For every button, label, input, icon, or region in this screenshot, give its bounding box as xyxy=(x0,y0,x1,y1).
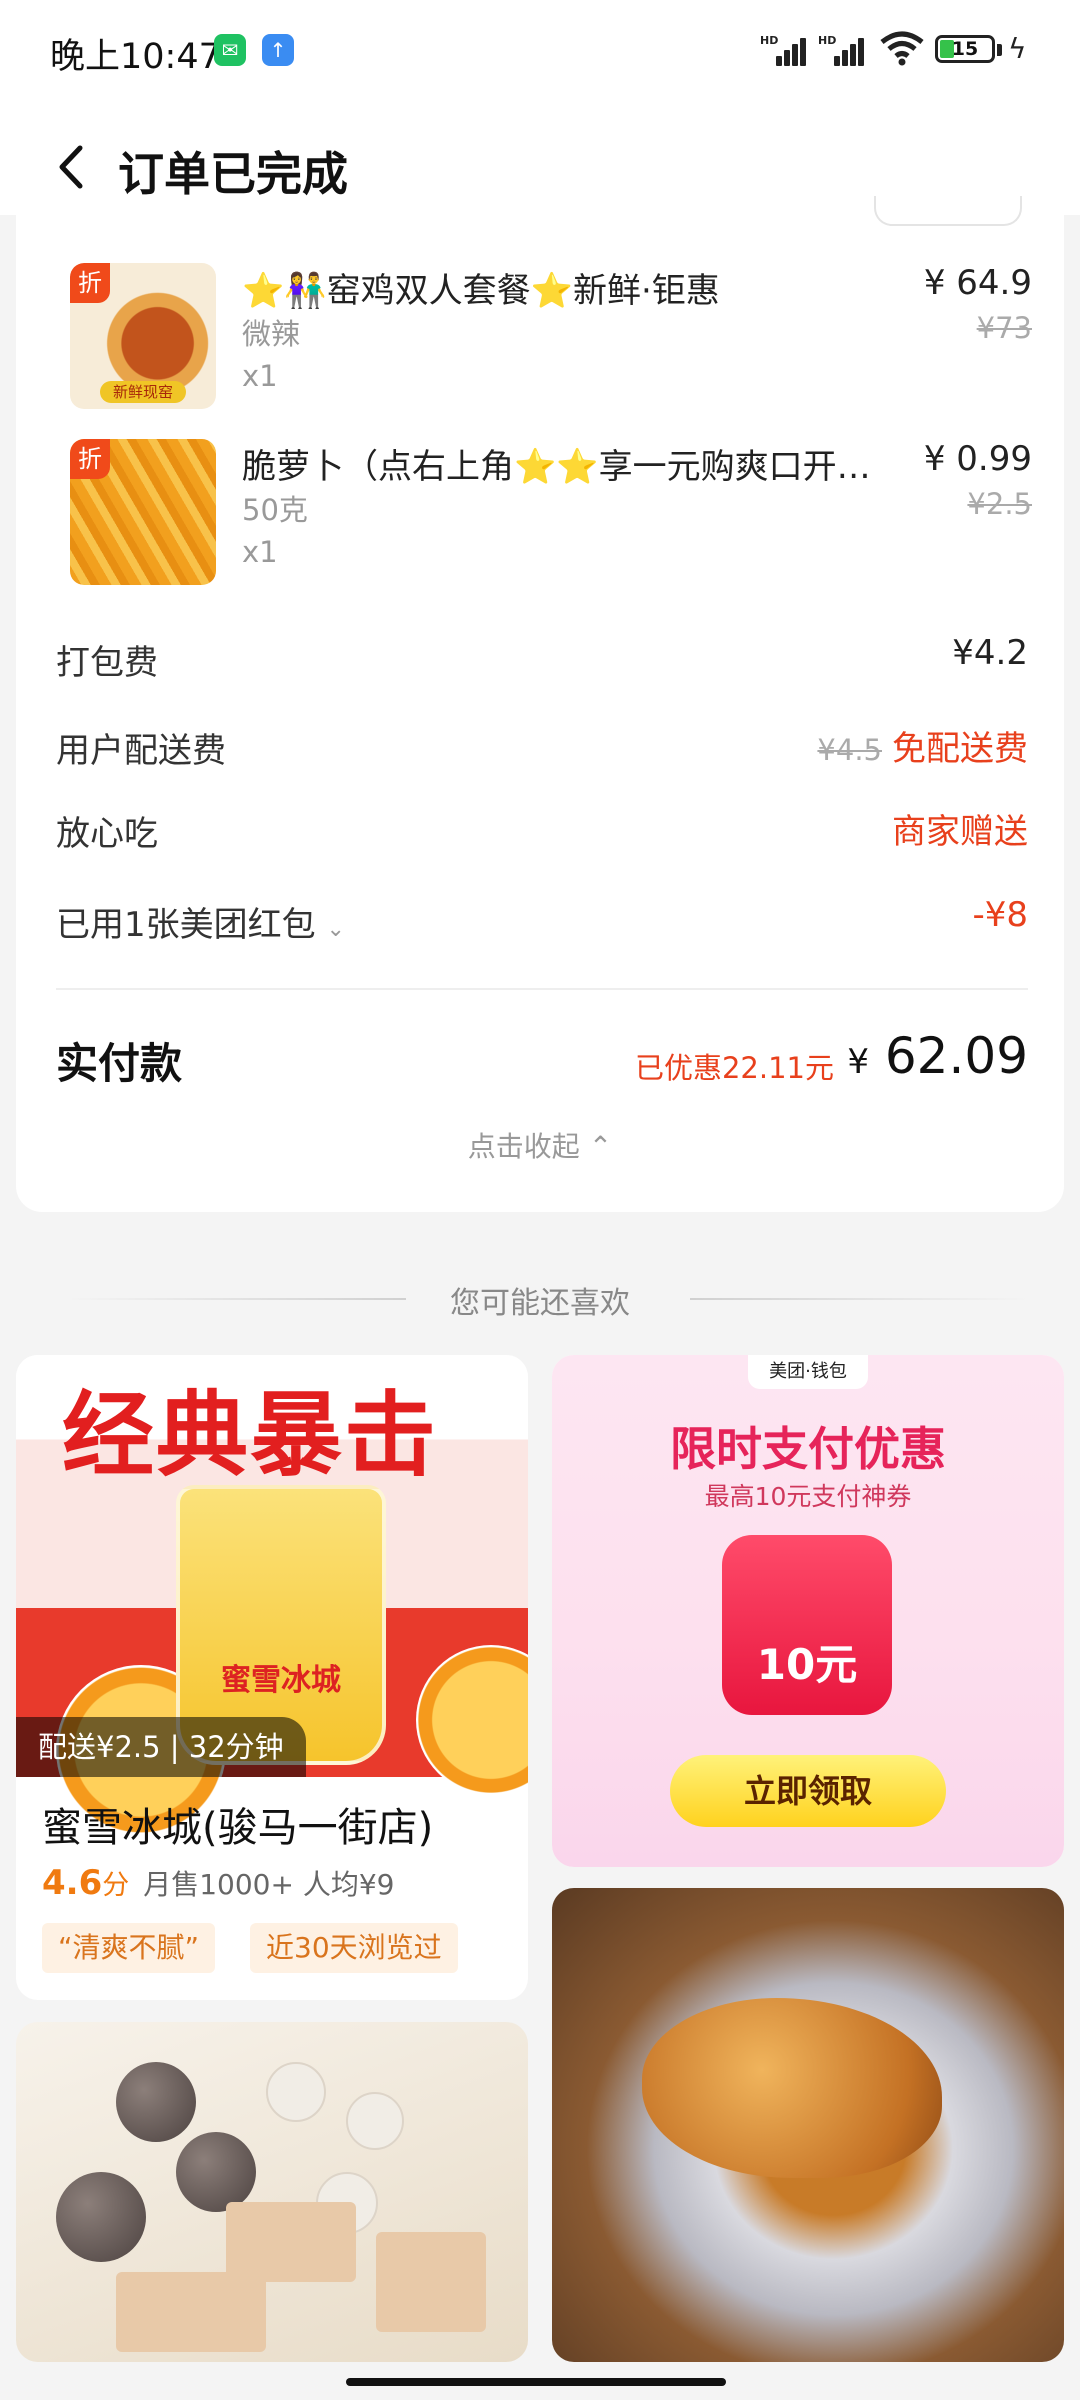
order-detail-card: 折 新鲜现窑 ⭐👫窑鸡双人套餐⭐新鲜·钜惠 微辣 x1 ¥ 64.9 ¥73 折… xyxy=(16,215,1064,1212)
paid-label: 实付款 xyxy=(56,1039,183,1088)
red-packet-label[interactable]: 已用1张美团红包 ⌄ xyxy=(56,897,345,946)
assurance-row: 放心吃 商家赠送 xyxy=(56,800,1028,856)
red-packet-value: -¥8 xyxy=(972,895,1028,935)
collapse-button[interactable]: 点击收起 ⌃ xyxy=(16,1125,1064,1165)
top-bar: 晚上10:47 ✉ ↑ HD HD 15 ϟ 订单已完成 xyxy=(0,0,1080,215)
claim-button[interactable]: 立即领取 xyxy=(670,1755,946,1827)
packing-fee-value: ¥4.2 xyxy=(952,633,1028,673)
divider-line xyxy=(690,1298,1030,1300)
assurance-value: 商家赠送 xyxy=(892,812,1028,852)
red-packet-row[interactable]: 已用1张美团红包 ⌄ -¥8 xyxy=(56,891,1028,947)
shop-poster-image: 经典暴击 蜜雪冰城 配送¥2.5 | 32分钟 xyxy=(16,1355,528,1835)
item-spec: 微辣 xyxy=(242,317,301,351)
signal-icon: HD xyxy=(760,34,806,66)
ad-subtitle: 最高10元支付神券 xyxy=(704,1482,912,1511)
packing-fee-label: 打包费 xyxy=(56,643,158,683)
thumbnail-tag: 新鲜现窑 xyxy=(100,381,186,403)
shop-card[interactable]: 经典暴击 蜜雪冰城 配送¥2.5 | 32分钟 蜜雪冰城(骏马一街店) 4.6分… xyxy=(16,1355,528,2000)
divider xyxy=(56,988,1028,990)
shop-meta: 4.6分 月售1000+ 人均¥9 xyxy=(42,1863,395,1903)
page-title: 订单已完成 xyxy=(118,147,348,201)
ad-banner: 美团·钱包 限时支付优惠 最高10元支付神券 10元 立即领取 xyxy=(552,1355,1064,1867)
shop-name: 蜜雪冰城(骏马一街店) xyxy=(42,1805,434,1851)
poster-headline: 经典暴击 xyxy=(62,1382,439,1489)
paid-total: ¥ 62.09 xyxy=(847,1027,1028,1085)
food-image-card[interactable] xyxy=(16,2022,528,2362)
chevron-down-icon: ⌄ xyxy=(326,917,345,942)
discount-badge: 折 xyxy=(70,439,110,479)
delivery-fee-row: 用户配送费 ¥4.5 免配送费 xyxy=(56,717,1028,773)
back-arrow-icon[interactable] xyxy=(52,142,92,192)
shop-rating: 4.6 xyxy=(42,1863,103,1903)
battery-level: 15 xyxy=(951,38,979,60)
signal-icon: HD xyxy=(818,34,864,66)
item-original-price: ¥73 xyxy=(976,311,1032,345)
delivery-info: 配送¥2.5 | 32分钟 xyxy=(16,1717,306,1777)
charging-icon: ϟ xyxy=(1008,32,1027,65)
assurance-label: 放心吃 xyxy=(56,814,158,854)
battery-icon: 15 xyxy=(935,35,995,63)
status-time: 晚上10:47 xyxy=(50,37,221,77)
shop-tag: “清爽不腻” xyxy=(42,1923,216,1973)
chevron-up-icon: ⌃ xyxy=(588,1130,613,1163)
order-item[interactable]: 折 新鲜现窑 ⭐👫窑鸡双人套餐⭐新鲜·钜惠 微辣 x1 ¥ 64.9 ¥73 xyxy=(52,263,1064,423)
item-thumbnail: 折 新鲜现窑 xyxy=(70,263,216,409)
item-quantity: x1 xyxy=(242,535,278,569)
order-item[interactable]: 折 脆萝卜（点右上角⭐⭐享一元购爽口开胃菜 50克 x1 ¥ 0.99 ¥2.5 xyxy=(52,439,1064,599)
red-packet-icon: 10元 xyxy=(722,1535,892,1715)
upload-notification-icon: ↑ xyxy=(262,34,294,66)
meituan-wallet-logo: 美团·钱包 xyxy=(748,1355,868,1389)
item-original-price: ¥2.5 xyxy=(967,487,1032,521)
battery-tip xyxy=(997,44,1002,56)
saved-amount: 已优惠22.11元 xyxy=(634,1051,834,1085)
discount-badge: 折 xyxy=(70,263,110,303)
free-delivery-text: 免配送费 xyxy=(892,729,1028,769)
delivery-fee-value: ¥4.5 免配送费 xyxy=(817,721,1028,770)
item-price: ¥ 64.9 xyxy=(923,263,1032,303)
item-quantity: x1 xyxy=(242,359,278,393)
home-indicator[interactable] xyxy=(346,2378,726,2386)
roast-chicken xyxy=(642,1998,942,2178)
delivery-fee-original: ¥4.5 xyxy=(817,733,882,767)
item-name: ⭐👫窑鸡双人套餐⭐新鲜·钜惠 xyxy=(242,271,720,311)
poster-brand: 蜜雪冰城 xyxy=(221,1663,341,1698)
wifi-icon xyxy=(880,30,924,75)
recommend-title: 您可能还喜欢 xyxy=(450,1286,630,1321)
status-bar: 晚上10:47 ✉ ↑ HD HD 15 ϟ xyxy=(0,0,1080,100)
item-name: 脆萝卜（点右上角⭐⭐享一元购爽口开胃菜 xyxy=(242,447,902,487)
item-spec: 50克 xyxy=(242,493,308,527)
orange-slice xyxy=(416,1645,528,1795)
collapsed-edge-button[interactable] xyxy=(874,196,1022,226)
food-image-card[interactable] xyxy=(552,1888,1064,2362)
item-price: ¥ 0.99 xyxy=(923,439,1032,479)
delivery-fee-label: 用户配送费 xyxy=(56,731,226,771)
wechat-notification-icon: ✉ xyxy=(214,34,246,66)
payment-ad-card[interactable]: 美团·钱包 限时支付优惠 最高10元支付神券 10元 立即领取 xyxy=(552,1355,1064,1867)
shop-tag: 近30天浏览过 xyxy=(250,1923,458,1973)
packing-fee-row: 打包费 ¥4.2 xyxy=(56,629,1028,685)
ad-headline: 限时支付优惠 xyxy=(670,1422,946,1476)
item-thumbnail: 折 xyxy=(70,439,216,585)
